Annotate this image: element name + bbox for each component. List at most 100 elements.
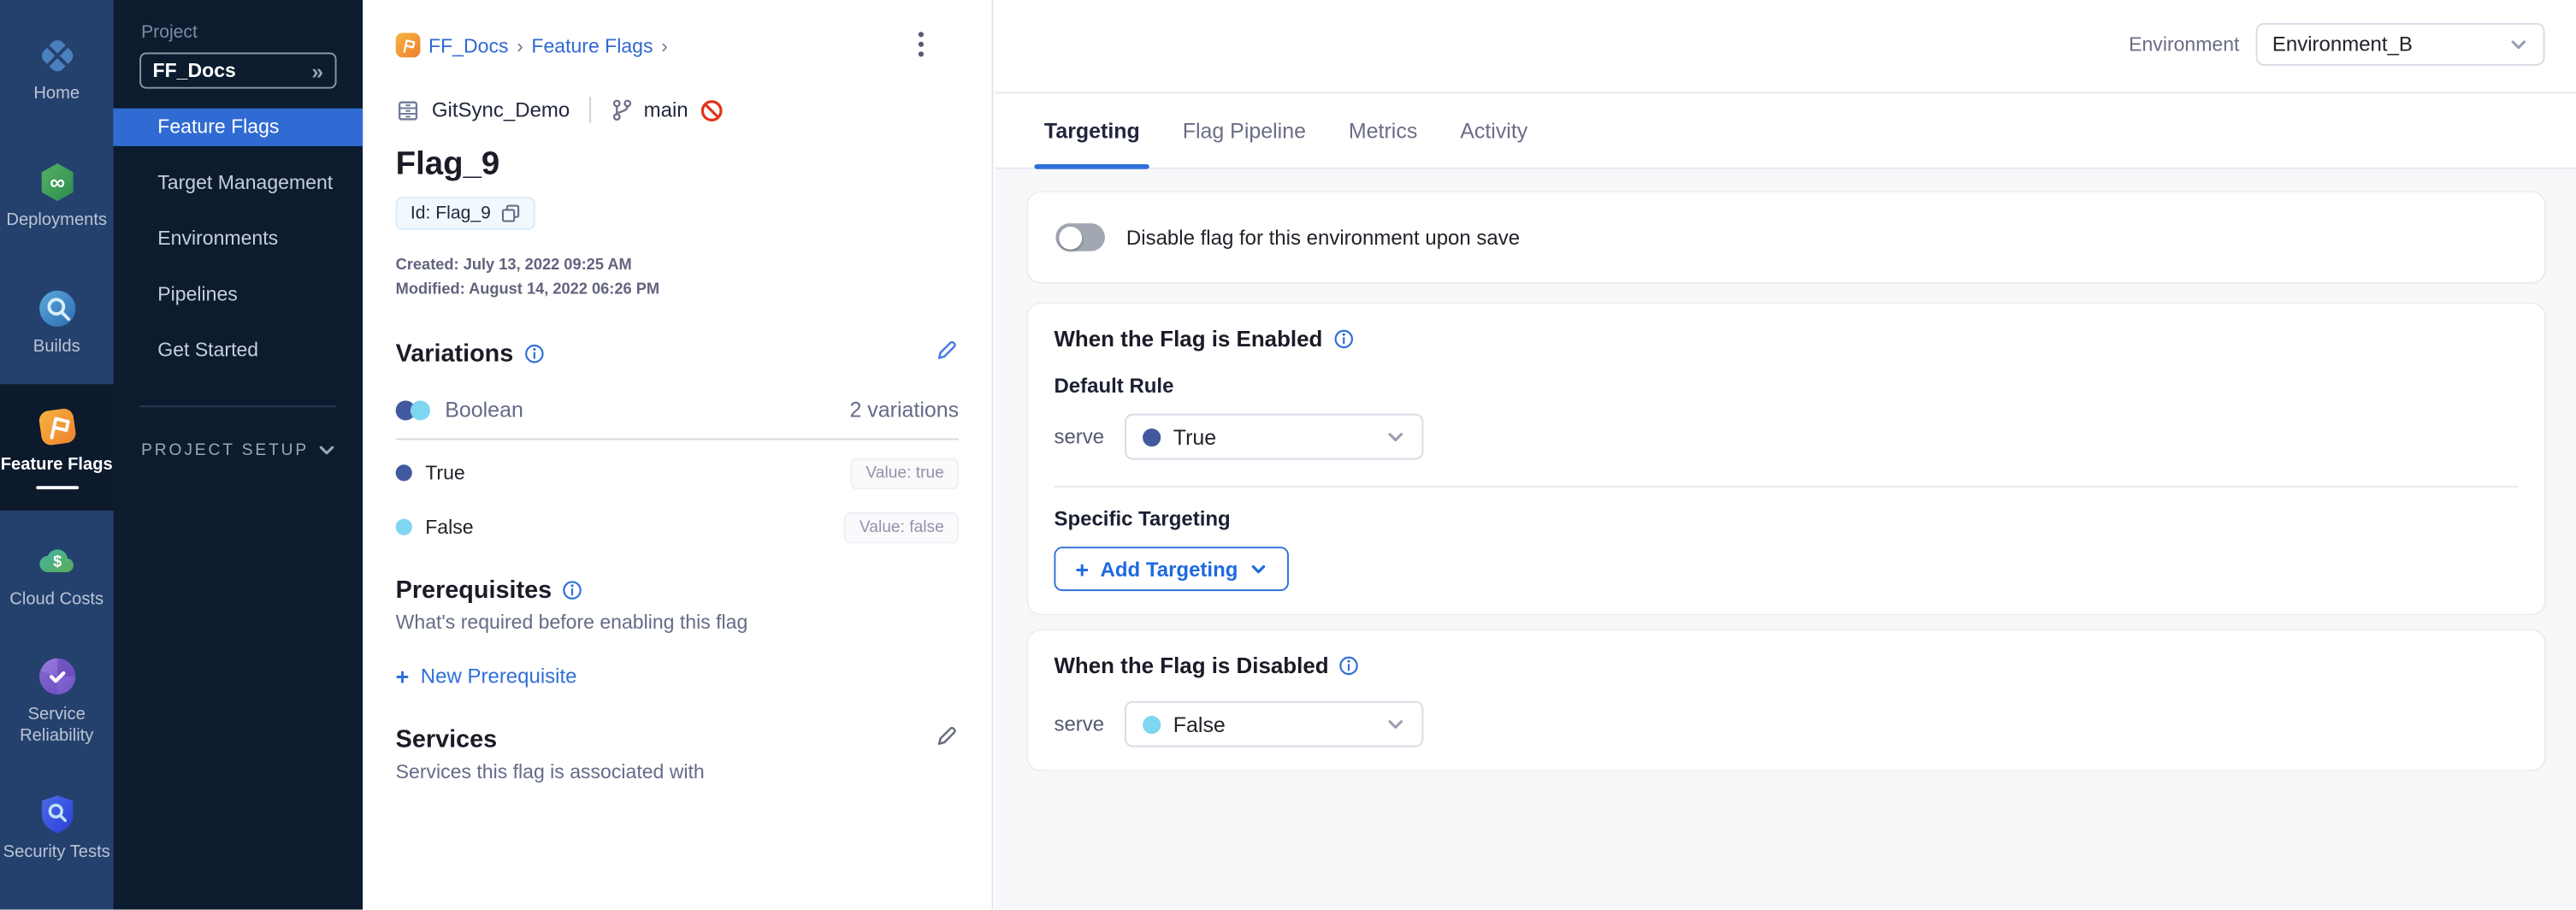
divider bbox=[396, 439, 959, 440]
toggle-knob bbox=[1058, 226, 1081, 249]
rail-item-cloud-costs[interactable]: $ Cloud Costs bbox=[0, 511, 113, 637]
flag-options-menu-button[interactable] bbox=[910, 30, 933, 64]
feature-flags-icon bbox=[35, 405, 78, 448]
variation-type-row: Boolean 2 variations bbox=[396, 398, 959, 422]
copy-icon[interactable] bbox=[500, 204, 520, 223]
modified-date: Modified: August 14, 2022 06:26 PM bbox=[396, 277, 959, 302]
services-title: Services bbox=[396, 725, 498, 753]
chevron-down-icon bbox=[1250, 560, 1267, 578]
tab-metrics[interactable]: Metrics bbox=[1349, 92, 1417, 168]
tab-flag-pipeline[interactable]: Flag Pipeline bbox=[1183, 92, 1306, 168]
feature-flag-mini-icon bbox=[396, 32, 421, 57]
prerequisites-title: Prerequisites bbox=[396, 576, 552, 605]
rail-label: Deployments bbox=[6, 210, 107, 229]
info-icon[interactable] bbox=[1332, 328, 1354, 350]
targeting-pane: Environment Environment_B Targeting Flag… bbox=[995, 0, 2576, 910]
variation-false-dot bbox=[396, 519, 412, 535]
flag-detail-pane: FF_Docs › Feature Flags › GitSync_Demo m… bbox=[363, 0, 993, 910]
add-targeting-button[interactable]: + Add Targeting bbox=[1054, 547, 1288, 591]
variation-name: False bbox=[425, 516, 473, 539]
flag-id-badge: Id: Flag_9 bbox=[396, 197, 535, 229]
tab-targeting[interactable]: Targeting bbox=[1044, 92, 1140, 168]
sidebar-item-feature-flags[interactable]: Feature Flags bbox=[113, 109, 363, 146]
default-rule-label: Default Rule bbox=[1054, 375, 2518, 398]
serve-disabled-select[interactable]: False bbox=[1124, 701, 1422, 748]
environment-select[interactable]: Environment_B bbox=[2256, 23, 2545, 66]
flag-enabled-header: When the Flag is Enabled bbox=[1054, 327, 2518, 352]
edit-variations-button[interactable] bbox=[934, 338, 959, 368]
project-selector[interactable]: FF_Docs » bbox=[139, 52, 336, 88]
variations-header: Variations bbox=[396, 338, 959, 368]
variation-row-true: True Value: true bbox=[396, 458, 959, 488]
disable-flag-card: Disable flag for this environment upon s… bbox=[1028, 192, 2545, 283]
edit-services-button[interactable] bbox=[934, 724, 959, 754]
sidebar-item-target-management[interactable]: Target Management bbox=[113, 164, 363, 202]
chevron-down-icon bbox=[317, 440, 337, 459]
flag-enabled-card: When the Flag is Enabled Default Rule se… bbox=[1028, 304, 2545, 614]
serve-enabled-value: True bbox=[1173, 424, 1216, 449]
rail-label: Builds bbox=[33, 336, 80, 356]
variation-true-dot bbox=[396, 464, 412, 481]
rail-item-deployments[interactable]: ∞ Deployments bbox=[0, 132, 113, 258]
variation-value-badge: Value: true bbox=[851, 458, 959, 488]
chevron-down-icon bbox=[2508, 34, 2528, 54]
sidebar-item-get-started[interactable]: Get Started bbox=[113, 332, 363, 369]
divider bbox=[589, 97, 591, 123]
flag-enabled-title: When the Flag is Enabled bbox=[1054, 327, 1322, 352]
flag-disabled-card: When the Flag is Disabled serve False bbox=[1028, 630, 2545, 770]
chevron-down-icon bbox=[1385, 714, 1404, 734]
project-setup-label: PROJECT SETUP bbox=[141, 440, 309, 458]
rail-label: Feature Flags bbox=[1, 455, 113, 475]
active-module-underline bbox=[35, 486, 78, 489]
serve-enabled-select[interactable]: True bbox=[1124, 414, 1422, 460]
prerequisites-subtitle: What's required before enabling this fla… bbox=[396, 611, 959, 634]
variation-row-false: False Value: false bbox=[396, 512, 959, 542]
variation-false-dot bbox=[1142, 715, 1160, 733]
project-nav-items: Feature Flags Target Management Environm… bbox=[113, 109, 363, 369]
kebab-menu-icon bbox=[910, 30, 933, 60]
builds-icon bbox=[35, 287, 78, 329]
new-prerequisite-label: New Prerequisite bbox=[421, 665, 577, 688]
disable-flag-toggle[interactable] bbox=[1055, 223, 1105, 251]
sidebar-item-pipelines[interactable]: Pipelines bbox=[113, 276, 363, 314]
info-icon[interactable] bbox=[562, 580, 583, 601]
cloud-costs-icon: $ bbox=[35, 540, 78, 582]
svg-text:∞: ∞ bbox=[49, 170, 64, 194]
rail-label: Cloud Costs bbox=[9, 588, 103, 608]
rail-item-service-reliability[interactable]: Service Reliability bbox=[0, 637, 113, 764]
breadcrumb-section-link[interactable]: Feature Flags bbox=[531, 33, 653, 56]
variation-value-badge: Value: false bbox=[845, 511, 959, 542]
flag-disabled-title: When the Flag is Disabled bbox=[1054, 653, 1328, 678]
rail-item-feature-flags[interactable]: Feature Flags bbox=[0, 384, 113, 511]
svg-text:$: $ bbox=[52, 551, 61, 569]
specific-targeting-label: Specific Targeting bbox=[1054, 507, 2518, 530]
rail-item-home[interactable]: Home bbox=[0, 5, 113, 132]
created-date: Created: July 13, 2022 09:25 AM bbox=[396, 253, 959, 278]
sidebar-divider bbox=[139, 405, 336, 407]
targeting-content: Disable flag for this environment upon s… bbox=[995, 169, 2576, 910]
divider bbox=[1054, 486, 2518, 488]
module-rail: Home ∞ Deployments Builds Feature Flags … bbox=[0, 0, 113, 910]
git-sync-row: GitSync_Demo main bbox=[396, 97, 959, 123]
project-name: FF_Docs bbox=[153, 59, 236, 82]
plus-icon: + bbox=[1075, 556, 1089, 582]
sidebar-item-environments[interactable]: Environments bbox=[113, 220, 363, 257]
new-prerequisite-button[interactable]: + New Prerequisite bbox=[396, 664, 577, 690]
serve-disabled-value: False bbox=[1173, 712, 1226, 736]
rail-label: Service Reliability bbox=[9, 704, 104, 747]
pencil-icon bbox=[934, 724, 959, 749]
boolean-type-icon bbox=[396, 399, 432, 419]
project-setup-toggle[interactable]: PROJECT SETUP bbox=[141, 440, 336, 459]
feature-flag-detail-page: Home ∞ Deployments Builds Feature Flags … bbox=[0, 0, 2576, 910]
info-icon[interactable] bbox=[523, 342, 545, 363]
rail-item-builds[interactable]: Builds bbox=[0, 257, 113, 384]
tab-activity[interactable]: Activity bbox=[1460, 92, 1527, 168]
double-chevron-icon: » bbox=[311, 58, 323, 83]
info-icon[interactable] bbox=[1338, 655, 1360, 677]
git-branch-name[interactable]: main bbox=[644, 98, 688, 121]
git-repo-name[interactable]: GitSync_Demo bbox=[432, 98, 570, 121]
git-sync-blocked-icon bbox=[700, 98, 724, 122]
breadcrumb-separator: › bbox=[661, 33, 668, 56]
breadcrumb-project-link[interactable]: FF_Docs bbox=[428, 33, 508, 56]
rail-item-security-tests[interactable]: Security Tests bbox=[0, 764, 113, 890]
